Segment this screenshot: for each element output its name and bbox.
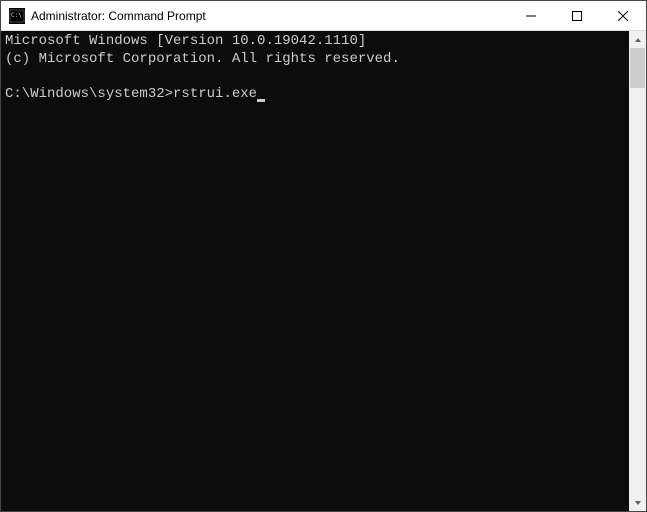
version-line: Microsoft Windows [Version 10.0.19042.11… xyxy=(5,33,366,49)
prompt-path: C:\Windows\system32> xyxy=(5,86,173,102)
titlebar[interactable]: C:\ Administrator: Command Prompt xyxy=(1,1,646,31)
scroll-track[interactable] xyxy=(629,48,646,494)
cmd-icon: C:\ xyxy=(9,8,25,24)
maximize-button[interactable] xyxy=(554,1,600,30)
scroll-thumb[interactable] xyxy=(630,48,645,88)
terminal-output[interactable]: Microsoft Windows [Version 10.0.19042.11… xyxy=(1,31,629,511)
content-area: Microsoft Windows [Version 10.0.19042.11… xyxy=(1,31,646,511)
vertical-scrollbar[interactable] xyxy=(629,31,646,511)
command-prompt-window: C:\ Administrator: Command Prompt Micros… xyxy=(0,0,647,512)
scroll-up-arrow-icon[interactable] xyxy=(629,31,646,48)
svg-text:C:\: C:\ xyxy=(11,12,22,19)
window-title: Administrator: Command Prompt xyxy=(31,9,508,23)
copyright-line: (c) Microsoft Corporation. All rights re… xyxy=(5,51,400,67)
minimize-button[interactable] xyxy=(508,1,554,30)
scroll-down-arrow-icon[interactable] xyxy=(629,494,646,511)
prompt-line: C:\Windows\system32>rstrui.exe xyxy=(5,86,265,102)
close-button[interactable] xyxy=(600,1,646,30)
typed-command: rstrui.exe xyxy=(173,86,257,102)
cursor xyxy=(257,99,265,102)
window-controls xyxy=(508,1,646,30)
